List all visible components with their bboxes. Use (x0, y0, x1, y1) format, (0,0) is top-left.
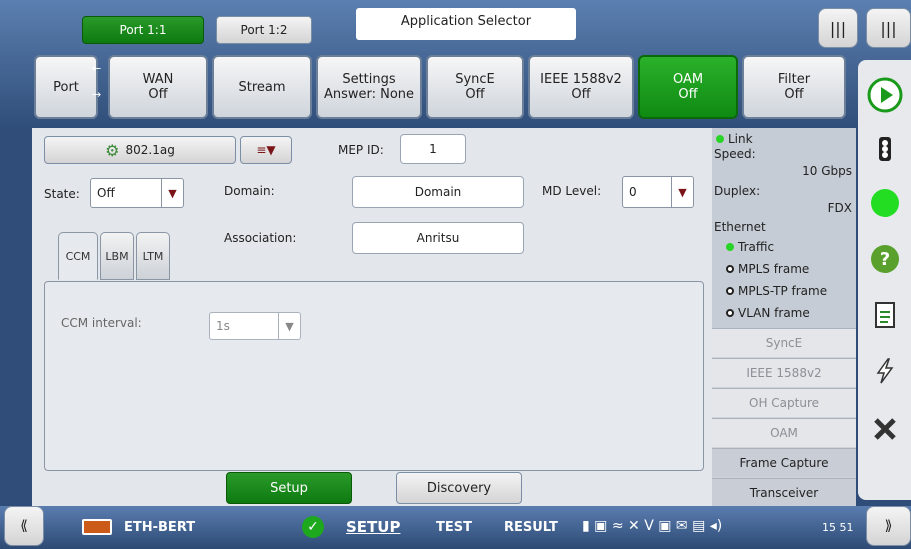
status-oam[interactable]: OAM (712, 418, 856, 447)
tab-wan[interactable]: WAN Off (108, 55, 208, 119)
link-indicator: Link (716, 132, 753, 146)
profile-label: 802.1ag (125, 143, 175, 157)
report-icon[interactable] (866, 296, 904, 334)
mep-id-field[interactable]: 1 (400, 134, 466, 164)
speed-value: 10 Gbps (802, 164, 852, 178)
link-status: Link Speed: 10 Gbps Duplex: FDX Ethernet… (712, 128, 856, 328)
tab-ieee1588v2[interactable]: IEEE 1588v2 Off (528, 55, 634, 119)
status-ieee1588v2[interactable]: IEEE 1588v2 (712, 358, 856, 387)
tab-synce[interactable]: SyncE Off (426, 55, 524, 119)
setup-link[interactable]: SETUP (346, 518, 400, 536)
status-synce[interactable]: SyncE (712, 328, 856, 357)
ccm-interval-label: CCM interval: (61, 316, 142, 330)
mpls-tp-indicator: MPLS-TP frame (726, 284, 827, 298)
menu-grip-icon[interactable]: ||| (818, 8, 858, 48)
tab-settings[interactable]: Settings Answer: None (316, 55, 422, 119)
tab-ccm[interactable]: CCM (58, 232, 98, 280)
profile-button[interactable]: ⚙ 802.1ag (44, 136, 236, 164)
chevron-down-icon: ▼ (671, 177, 693, 207)
state-value: Off (97, 186, 115, 200)
speed-label: Speed: (714, 147, 756, 161)
check-icon: ✓ (302, 516, 324, 538)
port-1-2-button[interactable]: Port 1:2 (216, 16, 312, 44)
md-level-dropdown[interactable]: 0 ▼ (622, 176, 694, 208)
ccm-interval-value: 1s (216, 319, 230, 333)
md-level-label: MD Level: (542, 184, 602, 198)
left-expand-icon[interactable]: ⟪ (4, 506, 44, 546)
chevron-down-icon: ▼ (161, 179, 183, 207)
app-name: ETH-BERT (124, 520, 196, 535)
list-menu-button[interactable]: ≡▼ (240, 136, 292, 164)
tab-port[interactable]: Port (34, 55, 98, 119)
menu-grip-icon-2[interactable]: ||| (866, 8, 911, 48)
status-panel: Link Speed: 10 Gbps Duplex: FDX Ethernet… (712, 128, 856, 507)
association-field[interactable]: Anritsu (352, 222, 524, 254)
ethernet-label: Ethernet (714, 220, 766, 234)
gear-icon: ⚙ (105, 140, 120, 160)
mep-id-label: MEP ID: (338, 143, 384, 157)
duplex-label: Duplex: (714, 184, 761, 198)
discovery-button[interactable]: Discovery (396, 472, 522, 504)
domain-field[interactable]: Domain (352, 176, 524, 208)
play-icon[interactable] (866, 76, 904, 114)
duplex-value: FDX (827, 201, 852, 215)
status-oh-capture[interactable]: OH Capture (712, 388, 856, 417)
association-label: Association: (224, 231, 297, 245)
status-led-icon (866, 184, 904, 222)
state-dropdown[interactable]: Off ▼ (90, 178, 184, 208)
application-selector[interactable]: Application Selector (356, 8, 576, 40)
vlan-indicator: VLAN frame (726, 306, 810, 320)
help-icon[interactable]: ? (866, 240, 904, 278)
arrow-icon: ← → (92, 62, 102, 101)
clock: 15 51 (822, 521, 854, 534)
port-1-1-button[interactable]: Port 1:1 (82, 16, 204, 44)
result-link[interactable]: RESULT (504, 520, 558, 535)
chevron-down-icon: ▼ (278, 313, 300, 339)
lightning-icon[interactable] (866, 352, 904, 390)
system-status-icons: ▮ ▣ ≈ ✕ V ▣ ✉ ▤ ◂) (582, 518, 723, 534)
traffic-indicator: Traffic (726, 240, 774, 254)
right-sidebar: ? (858, 60, 911, 500)
ccm-panel: CCM interval: 1s ▼ (44, 281, 704, 471)
traffic-light-icon[interactable] (866, 130, 904, 168)
oam-setup-panel: ⚙ 802.1ag ≡▼ MEP ID: 1 State: Off ▼ Doma… (32, 128, 712, 506)
right-expand-icon[interactable]: ⟫ (866, 506, 911, 546)
status-frame-capture[interactable]: Frame Capture (712, 448, 856, 477)
tab-oam[interactable]: OAM Off (638, 55, 738, 119)
svg-text:?: ? (880, 249, 890, 270)
tab-filter[interactable]: Filter Off (742, 55, 846, 119)
ccm-interval-dropdown[interactable]: 1s ▼ (209, 312, 301, 340)
setup-button[interactable]: Setup (226, 472, 352, 504)
md-level-value: 0 (629, 185, 637, 199)
test-link[interactable]: TEST (436, 520, 472, 535)
close-icon[interactable] (866, 410, 904, 448)
mpls-indicator: MPLS frame (726, 262, 809, 276)
app-icon (82, 519, 112, 535)
domain-label: Domain: (224, 184, 275, 198)
tab-ltm[interactable]: LTM (136, 232, 170, 280)
bottom-bar: ⟪ ETH-BERT ✓ SETUP TEST RESULT ▮ ▣ ≈ ✕ V… (0, 506, 911, 549)
status-transceiver[interactable]: Transceiver (712, 478, 856, 507)
tab-stream[interactable]: Stream (212, 55, 312, 119)
tab-lbm[interactable]: LBM (100, 232, 134, 280)
state-label: State: (44, 187, 80, 201)
